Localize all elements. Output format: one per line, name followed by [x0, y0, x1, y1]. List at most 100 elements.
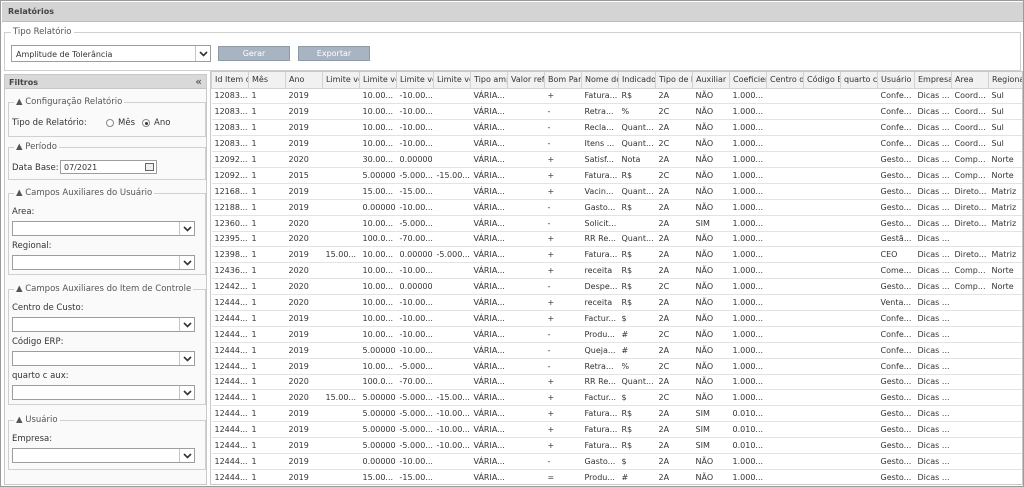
table-cell	[840, 310, 878, 327]
table-cell: Coord...	[951, 135, 989, 153]
table-cell: 1	[248, 119, 286, 137]
column-header[interactable]: Limite ve	[396, 72, 434, 89]
column-header[interactable]: Coeficien	[729, 72, 767, 89]
company-select[interactable]	[12, 448, 195, 463]
table-cell: 1.000...	[729, 215, 767, 232]
column-header[interactable]: Valor refe	[507, 72, 545, 89]
table-row[interactable]: 12092... 1 2015 5.00000 -5.000... -15.00... VÁ…	[211, 167, 1022, 184]
table-cell: -5.000...	[396, 421, 434, 439]
table-cell: Gesto...	[877, 167, 915, 184]
table-cell: Fatura...	[581, 167, 619, 184]
table-row[interactable]: 12092... 1 2020 30.00... 0.00000 VÁRIA... + Sat…	[211, 151, 1022, 168]
column-header[interactable]: Mês	[248, 72, 286, 89]
column-header[interactable]: Id Item d	[211, 72, 249, 89]
table-row[interactable]: 12398... 1 2019 15.00... 10.00... 0.00000 -5.0…	[211, 246, 1022, 264]
table-cell	[840, 278, 878, 296]
table-row[interactable]: 12444... 1 2019 5.00000 -5.000... -10.00... VÁ…	[211, 421, 1022, 439]
table-row[interactable]: 12444... 1 2020 15.00... 5.00000 -5.000... -15…	[211, 389, 1022, 407]
table-cell	[322, 119, 360, 137]
regional-select[interactable]	[12, 255, 195, 270]
table-row[interactable]: 12436... 1 2020 10.00... -10.00... VÁRIA... + r…	[211, 262, 1022, 280]
table-cell: -10.00...	[396, 294, 434, 311]
table-cell: NÃO	[692, 453, 730, 470]
table-row[interactable]: 12188... 1 2019 0.00000 -10.00... VÁRIA... - Ga…	[211, 199, 1022, 216]
chevron-down-icon[interactable]	[179, 352, 194, 365]
quarter-aux-select[interactable]	[12, 385, 195, 400]
table-row[interactable]: 12083... 1 2019 10.00... -10.00... VÁRIA... - R…	[211, 119, 1022, 137]
collapse-icon[interactable]: «	[195, 75, 202, 88]
column-header[interactable]: quarto c	[840, 72, 878, 89]
table-row[interactable]: 12444... 1 2019 0.00000 -10.00... VÁRIA... - Ga…	[211, 453, 1022, 470]
table-row[interactable]: 12444... 1 2019 10.00... -10.00... VÁRIA... - P…	[211, 326, 1022, 343]
column-header[interactable]: Centro de	[766, 72, 804, 89]
user-legend[interactable]: ▲ Usuário	[14, 415, 60, 425]
chevron-down-icon[interactable]	[195, 46, 210, 61]
table-row[interactable]: 12444... 1 2019 15.00... -15.00... VÁRIA... = P…	[211, 469, 1022, 484]
table-row[interactable]: 12442... 1 2020 10.00... 0.00000 VÁRIA... - Des…	[211, 278, 1022, 296]
table-row[interactable]: 12395... 1 2020 100.0... -70.00... VÁRIA... + R…	[211, 231, 1022, 248]
table-row[interactable]: 12444... 1 2019 10.00... -5.000... VÁRIA... - R…	[211, 358, 1022, 375]
chevron-down-icon[interactable]	[179, 318, 194, 331]
item-aux-legend[interactable]: ▲ Campos Auxiliares do Item de Controle	[14, 284, 194, 294]
table-cell	[766, 119, 804, 137]
column-header[interactable]: Bom Para	[544, 72, 582, 89]
table-cell: -5.000...	[396, 167, 434, 184]
table-cell: 100.0...	[359, 374, 397, 391]
column-header[interactable]: Limite ve	[359, 72, 397, 89]
table-cell	[507, 135, 545, 153]
table-cell	[766, 294, 804, 311]
table-row[interactable]: 12444... 1 2020 10.00... -10.00... VÁRIA... + r…	[211, 294, 1022, 311]
table-row[interactable]: 12083... 1 2019 10.00... -10.00... VÁRIA... - R…	[211, 103, 1022, 121]
chevron-down-icon[interactable]	[179, 386, 194, 399]
table-cell: 2020	[285, 389, 323, 407]
period-legend[interactable]: ▲ Período	[14, 142, 59, 152]
column-header[interactable]: Limite ve	[433, 72, 471, 89]
column-header[interactable]: Empresa	[914, 72, 952, 89]
column-header[interactable]: Nome do	[581, 72, 619, 89]
chevron-down-icon[interactable]	[179, 222, 194, 235]
table-cell: Quant...	[618, 119, 656, 137]
column-header[interactable]: Regional	[988, 72, 1022, 89]
column-header[interactable]: Limite ve	[322, 72, 360, 89]
cost-center-select[interactable]	[12, 317, 195, 332]
column-header[interactable]: Ano	[285, 72, 323, 89]
calendar-icon[interactable]	[145, 163, 154, 171]
table-row[interactable]: 12444... 1 2020 100.0... -70.00... VÁRIA... + R…	[211, 374, 1022, 391]
column-header[interactable]: Tipo de I	[655, 72, 693, 89]
table-cell	[507, 326, 545, 343]
table-row[interactable]: 12168... 1 2019 15.00... -15.00... VÁRIA... + V…	[211, 183, 1022, 200]
erp-code-select[interactable]	[12, 351, 195, 366]
table-cell: CEO	[877, 246, 915, 264]
generate-button[interactable]: Gerar	[218, 46, 290, 61]
chevron-down-icon[interactable]	[179, 256, 194, 269]
column-header[interactable]: Usuário	[877, 72, 915, 89]
radio-year[interactable]	[142, 119, 150, 127]
base-date-input[interactable]: 07/2021	[60, 160, 157, 174]
chevron-down-icon[interactable]	[179, 449, 194, 462]
column-header[interactable]: Area	[951, 72, 989, 89]
filters-title: Filtros	[9, 78, 38, 87]
column-header[interactable]: Indicador	[618, 72, 656, 89]
table-row[interactable]: 12083... 1 2019 10.00... -10.00... VÁRIA... - I…	[211, 135, 1022, 153]
report-type-select[interactable]: Amplitude de Tolerância	[11, 45, 211, 62]
table-cell: RR Re...	[581, 231, 619, 248]
table-row[interactable]: 12083... 1 2019 10.00... -10.00... VÁRIA... + F…	[211, 88, 1022, 105]
table-row[interactable]: 12444... 1 2019 5.00000 -10.00... VÁRIA... - Qu…	[211, 342, 1022, 359]
table-row[interactable]: 12444... 1 2019 5.00000 -5.000... -10.00... VÁ…	[211, 437, 1022, 454]
config-legend[interactable]: ▲ Configuração Relatório	[14, 97, 125, 107]
table-cell: 1.000...	[729, 389, 767, 407]
export-button[interactable]: Exportar	[298, 46, 370, 61]
user-aux-legend[interactable]: ▲ Campos Auxiliares do Usuário	[14, 188, 155, 198]
filters-panel: Filtros « ▲ Configuração Relatório Tipo …	[4, 74, 207, 485]
table-cell	[840, 135, 878, 153]
table-row[interactable]: 12444... 1 2019 5.00000 -5.000... -10.00... VÁ…	[211, 405, 1022, 423]
table-row[interactable]: 12360... 1 2020 10.00... -5.000... VÁRIA... - S…	[211, 215, 1022, 232]
area-select[interactable]	[12, 221, 195, 236]
table-row[interactable]: 12444... 1 2019 10.00... -10.00... VÁRIA... + F…	[211, 310, 1022, 327]
radio-month[interactable]	[106, 119, 114, 127]
column-header[interactable]: Código E	[803, 72, 841, 89]
column-header[interactable]: Auxiliar	[692, 72, 730, 89]
column-header[interactable]: Tipo amp	[470, 72, 508, 89]
table-cell: Fatura...	[581, 405, 619, 423]
table-cell	[507, 88, 545, 105]
